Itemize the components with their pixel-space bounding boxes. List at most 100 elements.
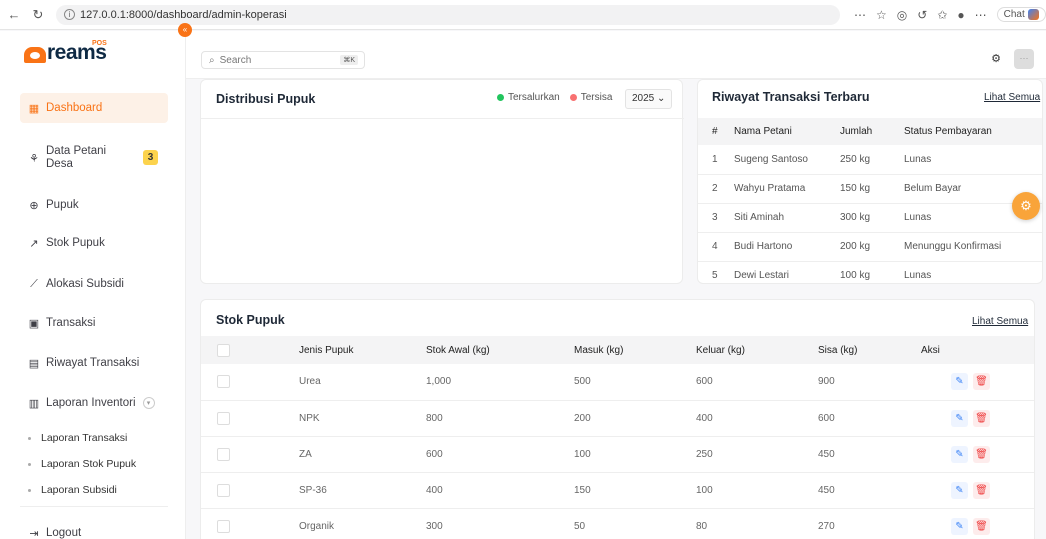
cell: 900 — [818, 364, 921, 401]
sidebar-item-alokasi-subsidi[interactable]: ⟋ Alokasi Subsidi — [20, 269, 168, 299]
column-header: Sisa (kg) — [818, 336, 921, 364]
column-header: Masuk (kg) — [574, 336, 696, 364]
table-row: ZA 600 100 250 450 ✎ 🗑 — [201, 436, 1034, 473]
edit-icon[interactable]: ✎ — [951, 409, 968, 427]
cell: 150 kg — [840, 174, 904, 204]
url-text: 127.0.0.1:8000/dashboard/admin-koperasi — [80, 8, 287, 21]
camera-icon[interactable]: ◎ — [897, 8, 907, 22]
sidebar-subitem-laporan-stok[interactable]: Laporan Stok Pupuk — [28, 458, 136, 470]
cell: 270 — [818, 508, 921, 539]
chevron-down-icon[interactable]: ▾ — [142, 397, 155, 409]
cell: 1,000 — [426, 364, 574, 401]
sidebar-item-logout[interactable]: ⇥ Logout — [20, 518, 168, 539]
profile-icon[interactable]: ● — [957, 8, 964, 22]
row-checkbox[interactable] — [217, 483, 230, 497]
stok-pupuk-card: Stok Pupuk Lihat Semua Jenis Pupuk Stok … — [200, 299, 1035, 539]
cell: Lunas — [904, 270, 932, 282]
cell: 400 — [426, 472, 574, 509]
table-header-row: Jenis Pupuk Stok Awal (kg) Masuk (kg) Ke… — [201, 336, 1034, 364]
select-all-checkbox[interactable] — [217, 343, 230, 357]
info-icon[interactable]: i — [64, 9, 75, 20]
row-checkbox[interactable] — [217, 519, 230, 533]
table-row: Organik 300 50 80 270 ✎ 🗑 — [201, 508, 1034, 539]
sidebar-item-label: Logout — [46, 527, 82, 539]
edit-icon[interactable]: ✎ — [951, 373, 968, 391]
sidebar-item-dashboard[interactable]: ▦ Dashboard — [20, 93, 168, 123]
cell: Dewi Lestari — [734, 270, 790, 282]
users-icon: ⚘ — [29, 152, 39, 165]
more-icon[interactable]: ⋯ — [854, 8, 866, 22]
row-checkbox[interactable] — [217, 411, 230, 425]
back-icon[interactable]: ← — [4, 7, 24, 22]
delete-icon[interactable]: 🗑 — [973, 517, 990, 535]
menu-icon[interactable]: ⋯ — [975, 8, 987, 22]
cell: Sugeng Santoso — [734, 145, 840, 175]
card-title: Riwayat Transaksi Terbaru — [712, 90, 870, 104]
delete-icon[interactable]: 🗑 — [973, 445, 990, 463]
sidebar-item-transaksi[interactable]: ▣ Transaksi — [20, 308, 168, 338]
collapse-sidebar-button[interactable]: « — [178, 23, 192, 37]
sidebar-item-label: Pupuk — [46, 199, 79, 211]
theme-settings-button[interactable]: ⚙ — [1012, 192, 1040, 220]
table-row: 3 Siti Aminah 300 kg Lunas — [698, 203, 1042, 233]
grid-icon: ▦ — [28, 102, 40, 115]
avatar[interactable]: ··· — [1014, 49, 1034, 69]
cell: Urea — [299, 364, 426, 401]
favorites-icon[interactable]: ✩ — [937, 8, 947, 22]
column-header: Stok Awal (kg) — [426, 336, 574, 364]
edit-icon[interactable]: ✎ — [951, 481, 968, 499]
refresh-icon[interactable]: ↺ — [917, 8, 927, 22]
sidebar-subitem-laporan-subsidi[interactable]: Laporan Subsidi — [28, 484, 117, 496]
delete-icon[interactable]: 🗑 — [973, 373, 990, 391]
search-input[interactable]: ⌕ Search ⌘K — [201, 51, 365, 69]
delete-icon[interactable]: 🗑 — [973, 481, 990, 499]
cell: 250 kg — [840, 145, 904, 175]
cell: 4 — [698, 232, 734, 262]
cell: NPK — [299, 400, 426, 437]
sidebar-item-label: Dashboard — [46, 102, 103, 114]
logo-badge: POS — [92, 40, 107, 47]
riwayat-table: # Nama Petani Jumlah Status Pembayaran 1… — [698, 118, 1042, 283]
sidebar-item-label: Riwayat Transaksi — [46, 357, 140, 369]
sidebar-item-pupuk[interactable]: ⊕ Pupuk — [20, 190, 168, 220]
stok-table: Jenis Pupuk Stok Awal (kg) Masuk (kg) Ke… — [201, 336, 1034, 539]
settings-icon[interactable]: ⚙ — [986, 49, 1006, 69]
cell: 100 kg — [840, 270, 871, 282]
address-bar[interactable]: i 127.0.0.1:8000/dashboard/admin-koperas… — [56, 4, 840, 25]
row-checkbox[interactable] — [217, 447, 230, 461]
column-header: Status Pembayaran — [904, 118, 1042, 145]
year-select[interactable]: 2025 ⌄ — [625, 89, 673, 109]
logo[interactable]: reams POS — [24, 40, 107, 63]
sidebar-item-stok-pupuk[interactable]: ↗ Stok Pupuk — [20, 228, 168, 258]
table-row: 5 Dewi Lestari 100 kg Lunas — [698, 261, 1042, 283]
cell: 250 — [696, 436, 818, 473]
delete-icon[interactable]: 🗑 — [973, 409, 990, 427]
edit-icon[interactable]: ✎ — [951, 517, 968, 535]
year-value: 2025 — [632, 93, 655, 104]
cell: 450 — [818, 436, 921, 473]
lihat-semua-link[interactable]: Lihat Semua — [972, 316, 1028, 327]
sprout-icon: ⟋ — [30, 277, 38, 290]
cell: Menunggu Konfirmasi — [904, 232, 1042, 262]
search-placeholder: Search — [219, 54, 252, 66]
report-icon: ▥ — [28, 397, 40, 410]
sidebar-item-riwayat-transaksi[interactable]: ▤ Riwayat Transaksi — [20, 348, 168, 378]
cell: Budi Hartono — [734, 232, 840, 262]
sidebar-item-data-petani[interactable]: ⚘ Data Petani Desa 3 — [20, 138, 168, 178]
reload-icon[interactable]: ↻ — [28, 7, 48, 23]
star-icon[interactable]: ☆ — [876, 8, 887, 22]
table-row: 2 Wahyu Pratama 150 kg Belum Bayar — [698, 174, 1042, 204]
cell: ZA — [299, 436, 426, 473]
row-checkbox[interactable] — [217, 375, 230, 389]
cell: 100 — [574, 436, 696, 473]
sidebar-subitem-laporan-transaksi[interactable]: Laporan Transaksi — [28, 432, 127, 444]
file-icon: ▤ — [28, 357, 40, 370]
sidebar-item-laporan-inventori[interactable]: ▥ Laporan Inventori ▾ — [20, 388, 168, 418]
chat-button[interactable]: Chat — [996, 7, 1046, 22]
lihat-semua-link[interactable]: Lihat Semua — [984, 92, 1040, 103]
legend-dot-tersisa — [569, 94, 577, 101]
distribusi-card: Distribusi Pupuk Tersalurkan Tersisa 202… — [200, 79, 684, 284]
edit-icon[interactable]: ✎ — [951, 445, 968, 463]
cell: 2 — [698, 174, 734, 204]
cell: 600 — [426, 436, 574, 473]
